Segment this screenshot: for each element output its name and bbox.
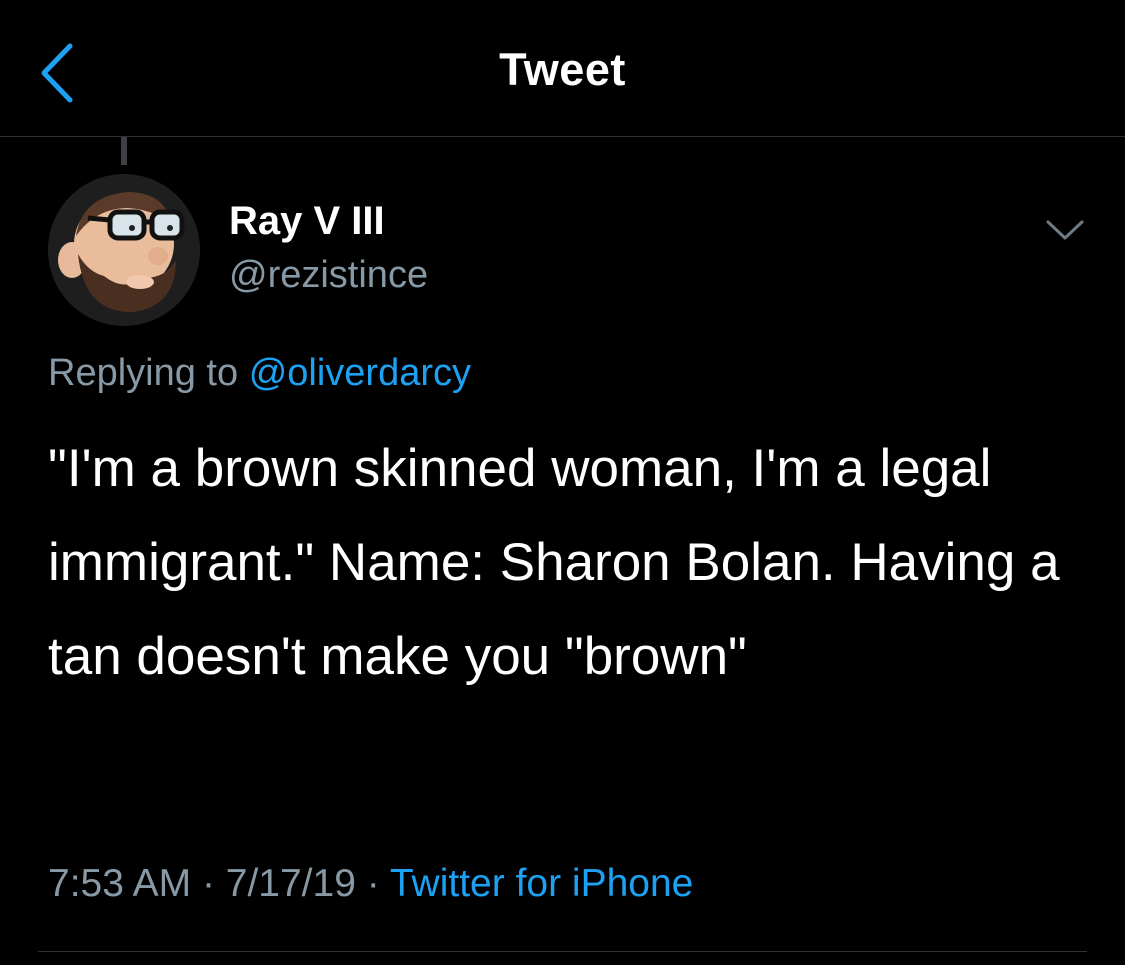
replying-to-line: Replying to @oliverdarcy bbox=[48, 352, 471, 395]
avatar[interactable] bbox=[48, 174, 200, 326]
meta-separator: · bbox=[366, 862, 380, 905]
tweet-source-link[interactable]: Twitter for iPhone bbox=[390, 862, 693, 905]
author-display-name[interactable]: Ray V III bbox=[229, 199, 385, 244]
tweet-menu-button[interactable] bbox=[1042, 212, 1088, 248]
tweet-text: "I'm a brown skinned woman, I'm a legal … bbox=[48, 439, 1060, 686]
chevron-down-icon bbox=[1046, 220, 1084, 240]
author-avatar-image bbox=[48, 174, 200, 326]
meta-separator: · bbox=[201, 862, 215, 905]
thread-connector-line bbox=[121, 137, 127, 165]
tweet-date: 7/17/19 bbox=[225, 862, 356, 905]
author-handle[interactable]: @rezistince bbox=[229, 254, 428, 297]
replying-prefix: Replying to bbox=[48, 352, 239, 394]
page-title: Tweet bbox=[499, 44, 626, 95]
replying-to-mention-link[interactable]: @oliverdarcy bbox=[249, 352, 471, 394]
tweet-metadata: 7:53 AM · 7/17/19 · Twitter for iPhone bbox=[48, 862, 693, 906]
tweet-time: 7:53 AM bbox=[48, 862, 192, 905]
divider bbox=[38, 951, 1087, 952]
navigation-bar: Tweet bbox=[0, 0, 1125, 137]
